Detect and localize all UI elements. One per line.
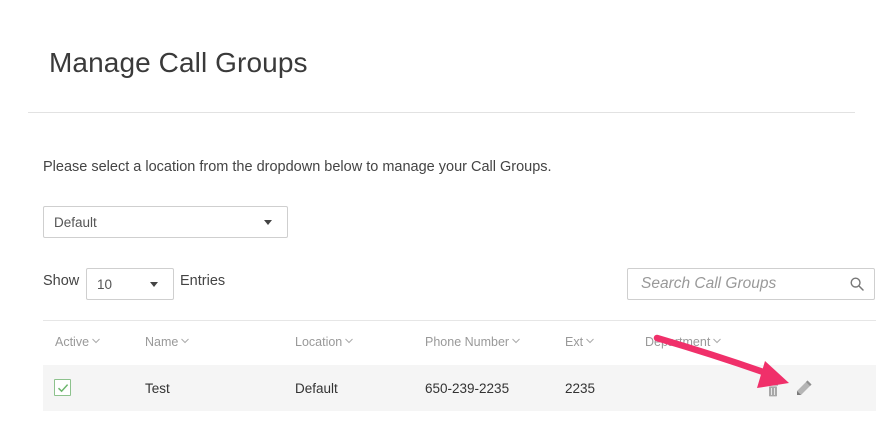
instructions-text: Please select a location from the dropdo…: [43, 159, 552, 175]
column-header-label: Department: [645, 335, 711, 349]
cell-name: Test: [145, 381, 170, 396]
show-label: Show: [43, 273, 80, 289]
column-header-label: Location: [295, 335, 343, 349]
column-header-label: Phone Number: [425, 335, 510, 349]
cell-phone-number: 650-239-2235: [425, 381, 510, 396]
chevron-down-icon: [181, 338, 190, 344]
location-select-value: Default: [54, 215, 97, 230]
entries-select[interactable]: 10: [86, 268, 174, 300]
table-top-border: [43, 320, 876, 321]
entries-label: Entries: [180, 273, 226, 289]
title-divider: [28, 112, 855, 113]
column-header-department[interactable]: Department: [645, 335, 722, 349]
pencil-icon[interactable]: [794, 378, 814, 398]
search-icon[interactable]: [850, 277, 864, 291]
location-select[interactable]: Default: [43, 206, 288, 238]
chevron-down-icon: [713, 338, 722, 344]
chevron-down-icon: [512, 338, 520, 344]
column-header-ext[interactable]: Ext: [565, 335, 595, 349]
cell-location: Default: [295, 381, 338, 396]
chevron-down-icon: [150, 282, 158, 287]
trash-icon[interactable]: [767, 383, 779, 397]
chevron-down-icon: [345, 338, 354, 344]
cell-ext: 2235: [565, 381, 596, 396]
column-header-active[interactable]: Active: [55, 335, 101, 349]
page-title: Manage Call Groups: [49, 47, 308, 78]
search-input[interactable]: [628, 269, 828, 299]
active-checkbox[interactable]: [54, 379, 71, 396]
chevron-down-icon: [92, 338, 100, 344]
chevron-down-icon: [586, 338, 594, 344]
column-header-name[interactable]: Name: [145, 335, 190, 349]
search-box: [627, 268, 875, 300]
column-header-label: Ext: [565, 335, 584, 349]
column-header-phone-number[interactable]: Phone Number: [425, 335, 521, 349]
column-header-label: Active: [55, 335, 90, 349]
check-icon: [57, 384, 69, 393]
column-header-label: Name: [145, 335, 179, 349]
entries-select-value: 10: [97, 277, 113, 292]
chevron-down-icon: [264, 220, 272, 225]
column-header-location[interactable]: Location: [295, 335, 354, 349]
